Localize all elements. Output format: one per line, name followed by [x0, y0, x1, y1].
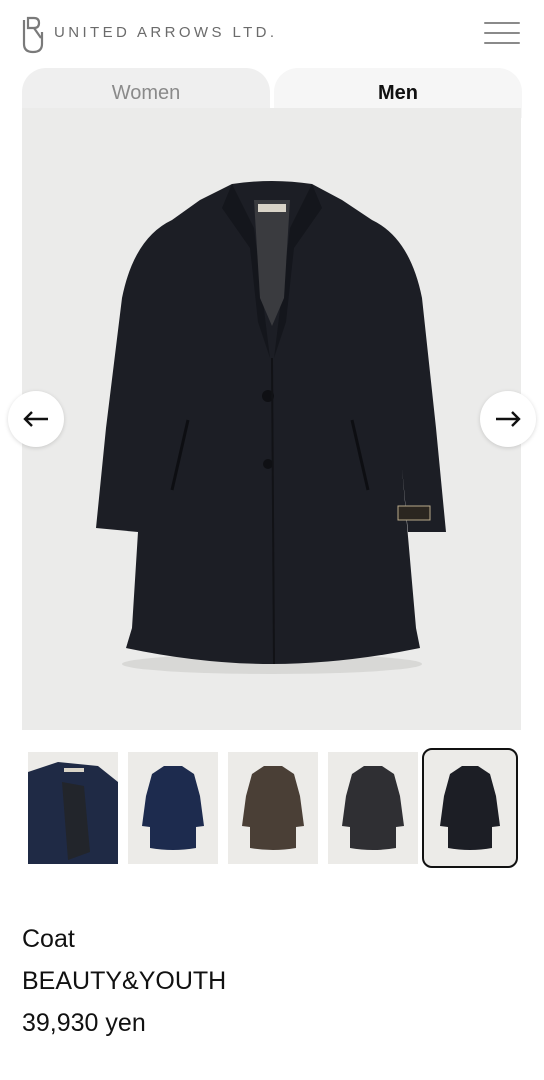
product-brand: BEAUTY&YOUTH	[22, 967, 227, 995]
thumbnail-2[interactable]	[128, 752, 218, 864]
arrow-right-icon[interactable]	[480, 391, 536, 447]
thumbnail-strip	[22, 748, 522, 870]
thumbnail-1[interactable]	[28, 752, 118, 864]
brand-name[interactable]: UNITED ARROWS LTD.	[54, 24, 277, 41]
header: UNITED ARROWS LTD.	[0, 0, 544, 66]
thumbnail-4[interactable]	[328, 752, 418, 864]
ua-logo-icon[interactable]	[20, 14, 46, 54]
arrow-left-icon[interactable]	[8, 391, 64, 447]
thumbnail-5-selected[interactable]	[422, 748, 518, 868]
hamburger-menu-icon[interactable]	[484, 20, 522, 46]
thumbnail-3[interactable]	[228, 752, 318, 864]
product-name: Coat	[22, 925, 75, 953]
product-info: Coat BEAUTY&YOUTH 39,930 yen	[22, 918, 226, 1044]
product-price: 39,930 yen	[22, 1009, 146, 1037]
product-main-image	[22, 108, 521, 730]
coat-image	[96, 181, 446, 674]
